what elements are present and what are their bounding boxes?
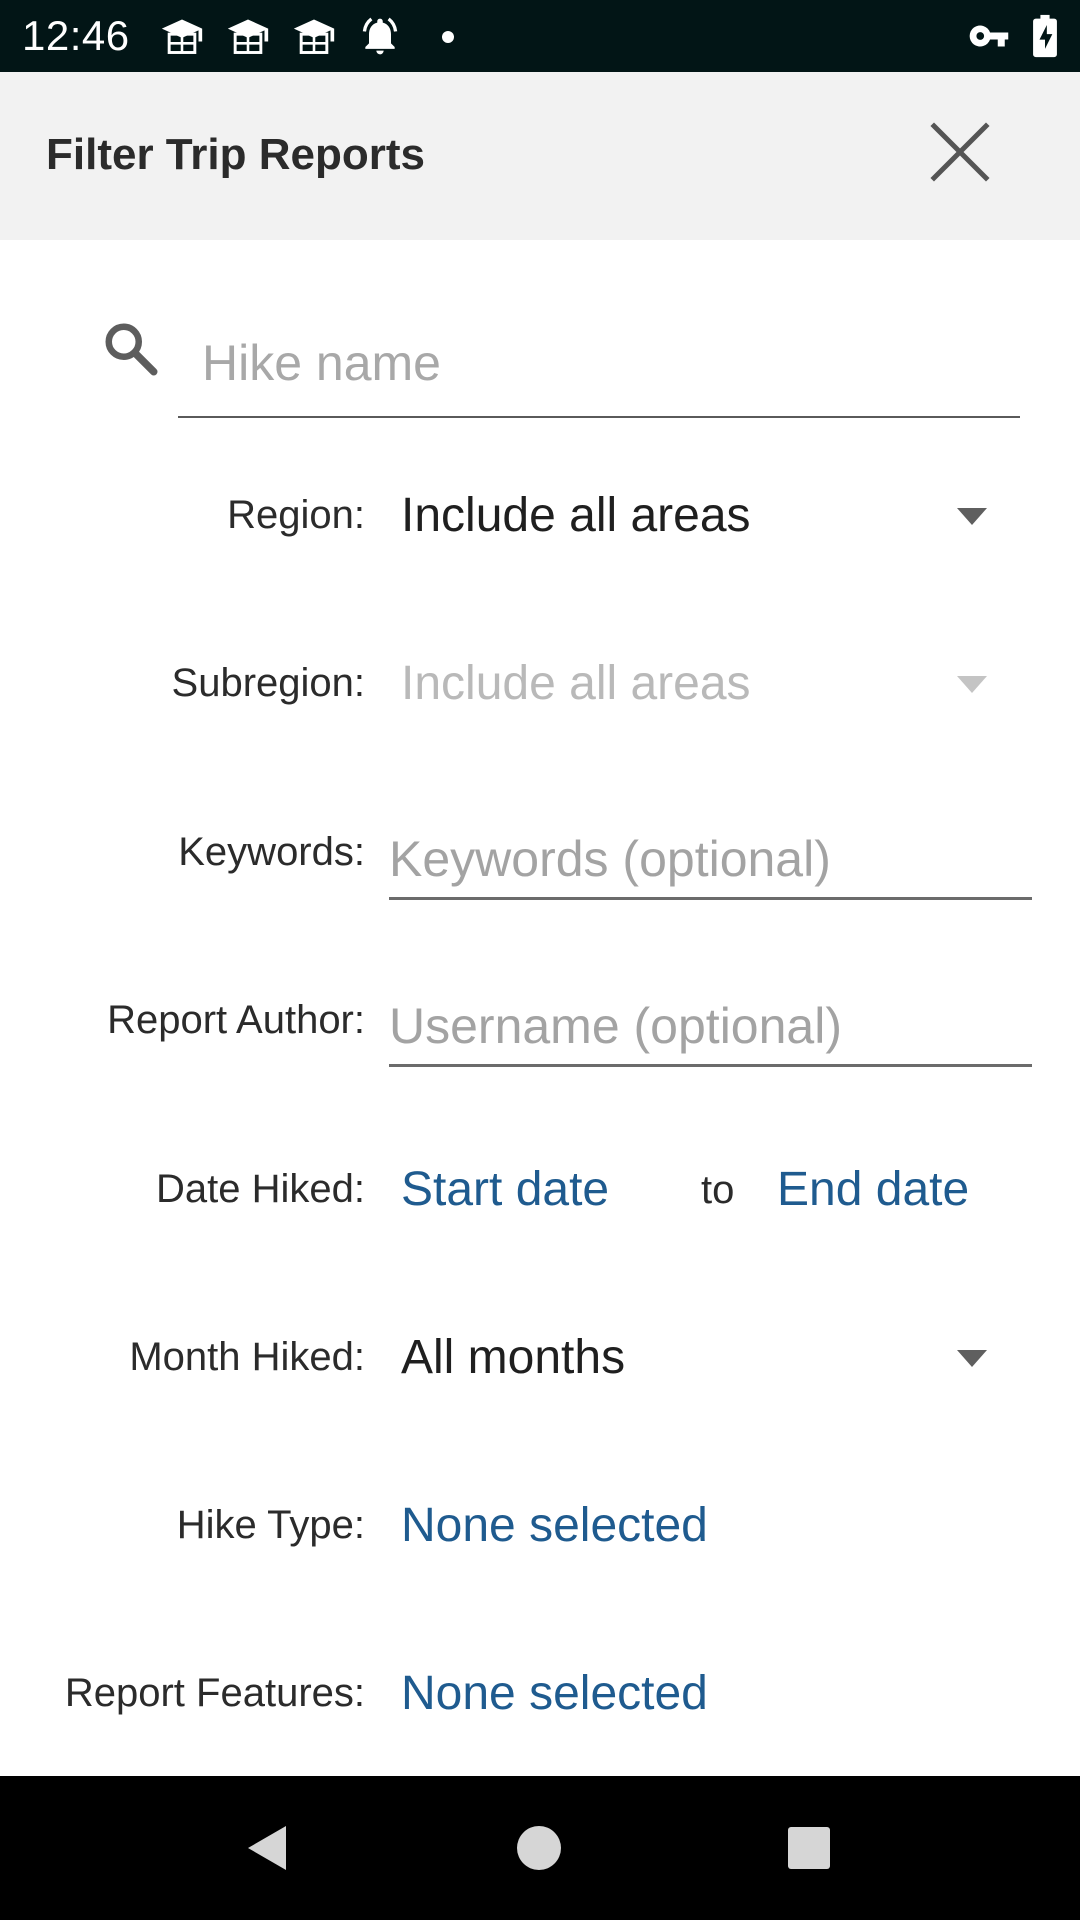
keywords-input[interactable]: [389, 820, 1032, 900]
navigation-bar: [0, 1776, 1080, 1920]
hike-type-label: Hike Type:: [176, 1503, 365, 1547]
graduation-cap-icon: [227, 19, 269, 54]
region-label: Region:: [227, 493, 365, 537]
month-hiked-selected-value[interactable]: All months: [401, 1330, 625, 1385]
status-time: 12:46: [22, 12, 130, 59]
start-date-button[interactable]: Start date: [401, 1162, 609, 1217]
back-icon[interactable]: [234, 1816, 298, 1880]
graduation-cap-icon: [161, 19, 203, 54]
subregion-selected-value: Include all areas: [401, 657, 751, 710]
alarm-bell-icon: [362, 17, 398, 55]
status-bar: 12:46: [0, 0, 1080, 72]
close-icon[interactable]: [912, 104, 1008, 200]
keywords-label: Keywords:: [178, 830, 365, 874]
hike-type-selector[interactable]: None selected: [401, 1498, 708, 1553]
home-icon[interactable]: [507, 1816, 571, 1880]
dialog-title: Filter Trip Reports: [46, 130, 425, 179]
dropdown-arrow-icon[interactable]: [957, 508, 987, 525]
date-hiked-label: Date Hiked:: [156, 1167, 365, 1211]
report-features-label: Report Features:: [64, 1671, 365, 1715]
end-date-button[interactable]: End date: [777, 1162, 969, 1217]
notification-dot: [442, 31, 454, 43]
subregion-label: Subregion:: [171, 661, 365, 705]
date-range-separator: to: [701, 1168, 735, 1212]
vpn-key-icon: [969, 25, 1009, 47]
graduation-cap-icon: [293, 19, 335, 54]
hike-name-search-input[interactable]: [178, 310, 1020, 418]
month-hiked-label: Month Hiked:: [129, 1335, 365, 1379]
dropdown-arrow-icon[interactable]: [957, 1350, 987, 1367]
battery-charging-icon: [1033, 14, 1057, 58]
recents-icon[interactable]: [777, 1816, 841, 1880]
report-author-input[interactable]: [389, 987, 1032, 1067]
report-features-selector[interactable]: None selected: [401, 1666, 708, 1721]
report-author-label: Report Author:: [107, 998, 365, 1042]
dropdown-arrow-icon: [957, 676, 987, 693]
search-icon: [105, 323, 158, 376]
region-selected-value[interactable]: Include all areas: [401, 488, 751, 543]
